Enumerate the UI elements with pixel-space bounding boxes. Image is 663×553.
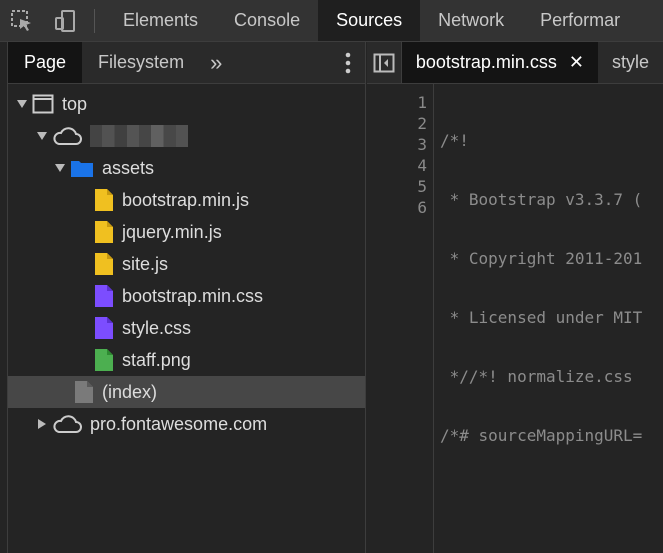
tab-filesystem[interactable]: Filesystem (82, 42, 200, 83)
left-edge-strip (0, 42, 8, 553)
image-file-icon (94, 348, 114, 372)
tab-performance[interactable]: Performar (522, 0, 638, 41)
redacted-domain-name (90, 125, 188, 147)
tree-item-index[interactable]: (index) (8, 376, 365, 408)
code-line: *//*! normalize.css (440, 367, 643, 386)
tree-item-bootstrap-min-js[interactable]: bootstrap.min.js (8, 184, 365, 216)
devtools-toolbar: Elements Console Sources Network Perform… (0, 0, 663, 42)
tab-network[interactable]: Network (420, 0, 522, 41)
tab-sources[interactable]: Sources (318, 0, 421, 41)
toolbar-divider (94, 8, 95, 33)
editor-tabs: bootstrap.min.css ✕ style (367, 42, 663, 84)
editor-panel: bootstrap.min.css ✕ style 1 2 3 4 5 6 /*… (367, 42, 663, 553)
tree-item-label: site.js (122, 253, 169, 274)
tree-item-label: pro.fontawesome.com (90, 413, 268, 434)
folder-icon (70, 158, 94, 178)
line-number: 5 (417, 177, 427, 196)
tree-item-label: bootstrap.min.css (122, 285, 264, 306)
device-toolbar-icon[interactable] (44, 0, 88, 41)
tree-item-label: (index) (102, 381, 158, 402)
code-content[interactable]: /*! * Bootstrap v3.3.7 ( * Copyright 201… (434, 84, 663, 553)
code-line: /*! (440, 131, 469, 150)
editor-tab-label: bootstrap.min.css (415, 52, 557, 72)
tree-item-label: bootstrap.min.js (122, 189, 250, 210)
code-line: * Bootstrap v3.3.7 ( (440, 190, 643, 209)
tree-item-label: jquery.min.js (122, 221, 222, 242)
code-line: * Copyright 2011-201 (440, 249, 643, 268)
editor-tab-style[interactable]: style (598, 42, 663, 83)
cloud-icon (52, 126, 82, 146)
stylesheet-file-icon (94, 316, 114, 340)
tree-item-style-css[interactable]: style.css (8, 312, 365, 344)
line-number: 4 (417, 156, 427, 175)
code-line: * Licensed under MIT (440, 308, 643, 327)
navigator-tabs: Page Filesystem » (8, 42, 365, 84)
expand-down-icon[interactable] (16, 99, 28, 109)
editor-tab-bootstrap-min-css[interactable]: bootstrap.min.css ✕ (401, 42, 598, 83)
close-icon[interactable]: ✕ (569, 52, 584, 73)
tree-item-staff-png[interactable]: staff.png (8, 344, 365, 376)
tree-item-domain[interactable] (8, 120, 365, 152)
inspect-element-icon[interactable] (0, 0, 44, 41)
code-line: /*# sourceMappingURL= (440, 426, 643, 445)
tree-item-bootstrap-min-css[interactable]: bootstrap.min.css (8, 280, 365, 312)
script-file-icon (94, 252, 114, 276)
expand-down-icon[interactable] (54, 163, 66, 173)
tree-item-assets[interactable]: assets (8, 152, 365, 184)
expand-down-icon[interactable] (36, 131, 48, 141)
tab-elements[interactable]: Elements (105, 0, 216, 41)
more-options-icon[interactable] (345, 42, 351, 84)
tree-item-label: top (62, 93, 88, 114)
script-file-icon (94, 188, 114, 212)
tree-item-label: staff.png (122, 349, 191, 370)
more-tabs-icon[interactable]: » (200, 42, 232, 83)
tree-item-label: assets (102, 157, 155, 178)
tree-item-fontawesome[interactable]: pro.fontawesome.com (8, 408, 365, 440)
line-number: 2 (417, 114, 427, 133)
tree-item-jquery-min-js[interactable]: jquery.min.js (8, 216, 365, 248)
line-numbers: 1 2 3 4 5 6 (367, 84, 434, 553)
toggle-navigator-icon[interactable] (367, 42, 402, 83)
tab-console[interactable]: Console (216, 0, 318, 41)
cloud-icon (52, 414, 82, 434)
navigator-panel: Page Filesystem » top assets bootstrap.m… (8, 42, 366, 553)
script-file-icon (94, 220, 114, 244)
frame-icon (32, 94, 54, 114)
tree-item-site-js[interactable]: site.js (8, 248, 365, 280)
file-tree: top assets bootstrap.min.js jquery.min.j… (8, 84, 365, 440)
expand-right-icon[interactable] (36, 418, 48, 430)
line-number: 6 (417, 198, 427, 217)
line-number: 1 (417, 93, 427, 112)
tree-item-label: style.css (122, 317, 192, 338)
document-file-icon (74, 380, 94, 404)
editor-tab-label: style (611, 52, 649, 72)
tab-page[interactable]: Page (8, 42, 83, 83)
code-editor[interactable]: 1 2 3 4 5 6 /*! * Bootstrap v3.3.7 ( * C… (367, 84, 663, 553)
line-number: 3 (417, 135, 427, 154)
tree-item-top[interactable]: top (8, 88, 365, 120)
stylesheet-file-icon (94, 284, 114, 308)
